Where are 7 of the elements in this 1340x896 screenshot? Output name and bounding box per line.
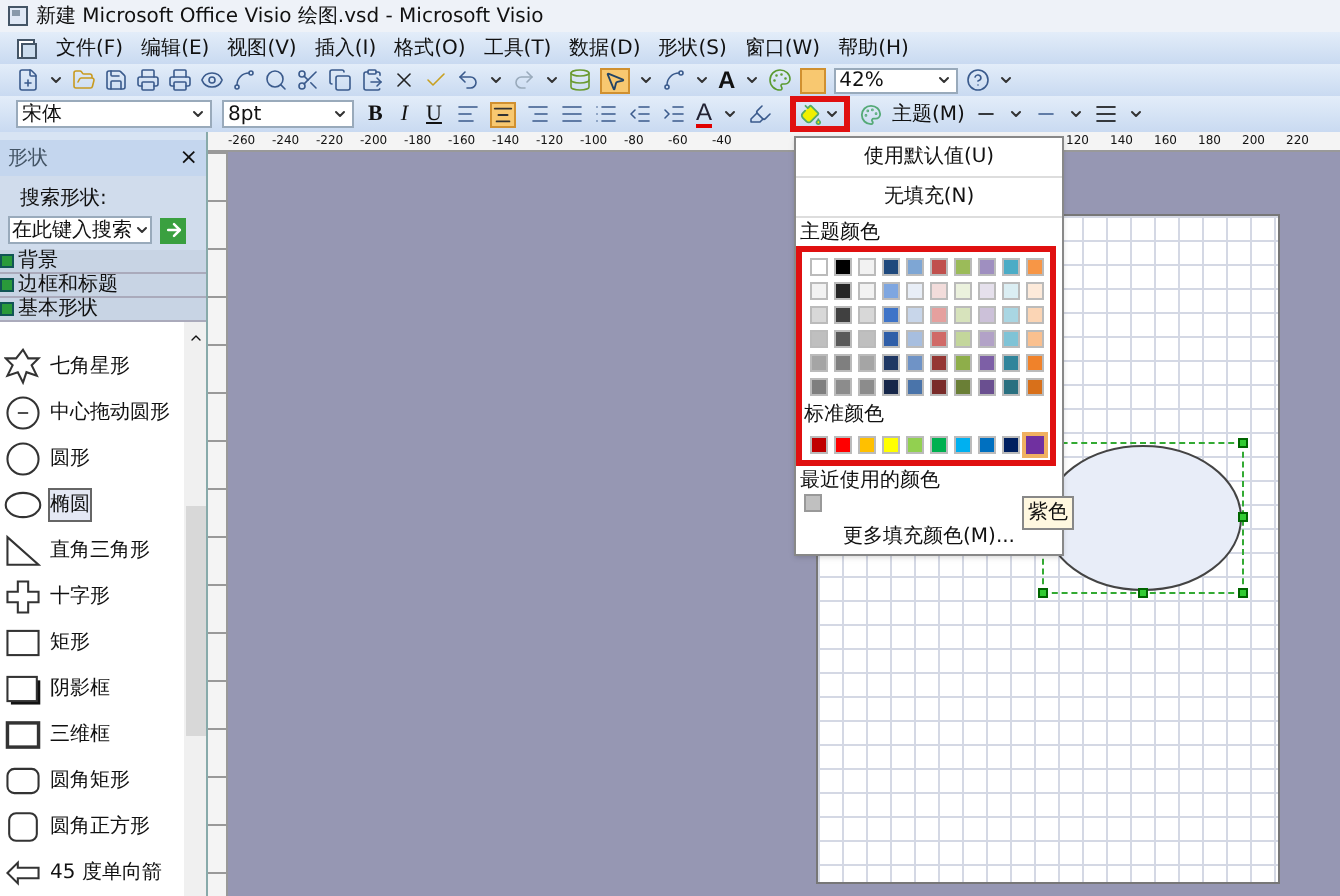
standard-colors-label: 标准颜色 xyxy=(802,402,886,430)
search-label: 搜索形状: xyxy=(18,185,109,214)
panel-title: 形状 xyxy=(8,145,48,173)
recent-colors-label: 最近使用的颜色 xyxy=(798,467,942,494)
theme-colors-label: 主题颜色 xyxy=(798,219,882,246)
window-title: 新建 Microsoft Office Visio 绘图.vsd - Microsoft Visio xyxy=(36,3,544,31)
tooltip: 紫色 xyxy=(1022,496,1074,530)
